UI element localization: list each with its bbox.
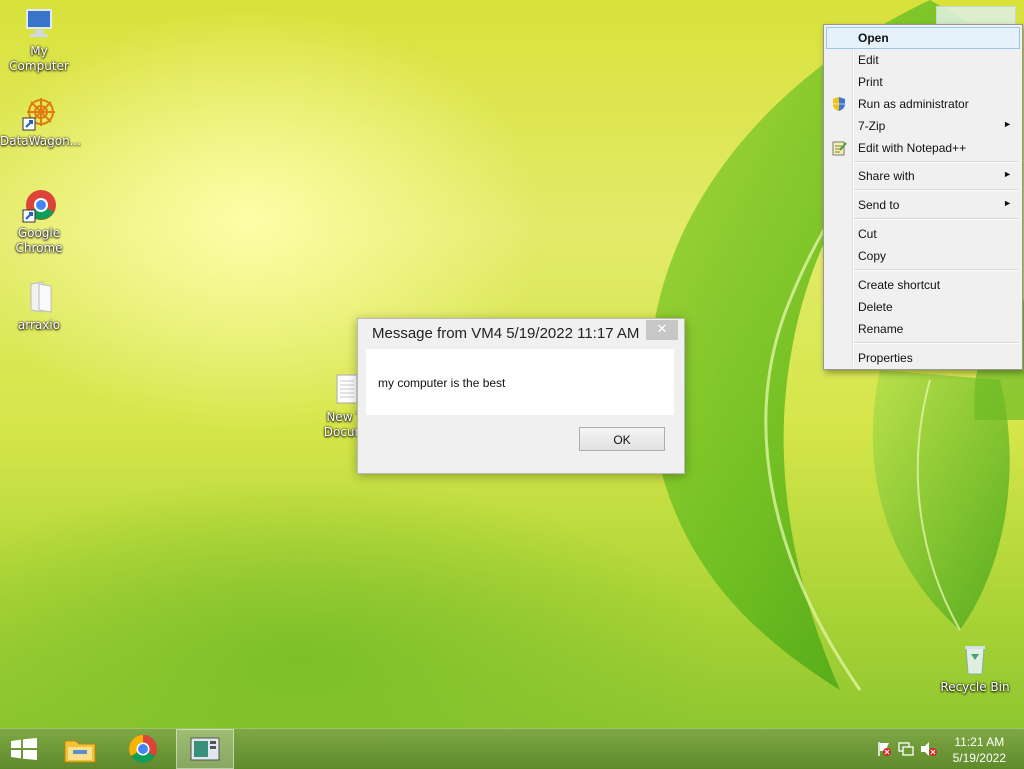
desktop-icon-label: Google Chrome [15, 226, 63, 255]
action-center-flag-icon[interactable] [876, 741, 892, 760]
menu-item-label: Delete [858, 300, 893, 314]
menu-item-label: Edit with Notepad++ [858, 141, 967, 155]
desktop-icon-label: Recycle Bin [940, 680, 1010, 694]
notepadpp-icon [831, 140, 847, 156]
menu-item-rename[interactable]: Rename [826, 318, 1020, 340]
datawagon-icon [21, 96, 57, 132]
clock-time: 11:21 AM [954, 735, 1005, 749]
menu-item-7zip[interactable]: 7-Zip ► [826, 115, 1020, 137]
menu-item-label: Share with [858, 169, 915, 183]
menu-item-label: Copy [858, 249, 887, 263]
remote-desktop-icon [190, 737, 220, 766]
desktop-icon-label: My Computer [9, 44, 69, 73]
menu-separator [854, 218, 1018, 220]
menu-item-print[interactable]: Print [826, 71, 1020, 93]
computer-icon [21, 6, 57, 42]
close-icon: ✕ [656, 322, 668, 337]
clock-date: 5/19/2022 [952, 751, 1006, 765]
start-button[interactable] [0, 729, 48, 769]
message-dialog: Message from VM4 5/19/2022 11:17 AM ✕ my… [357, 318, 685, 474]
submenu-arrow-icon: ► [1003, 198, 1012, 208]
dialog-title: Message from VM4 5/19/2022 11:17 AM [372, 325, 640, 342]
menu-item-copy[interactable]: Copy [826, 245, 1020, 267]
menu-item-delete[interactable]: Delete [826, 296, 1020, 318]
uac-shield-icon [831, 96, 847, 112]
taskbar: 11:21 AM 5/19/2022 [0, 728, 1024, 769]
taskbar-clock[interactable]: 11:21 AM 5/19/2022 [953, 734, 1006, 766]
menu-item-cut[interactable]: Cut [826, 223, 1020, 245]
dialog-titlebar[interactable]: Message from VM4 5/19/2022 11:17 AM ✕ [358, 319, 684, 347]
menu-item-label: Send to [858, 198, 900, 212]
menu-separator [854, 161, 1018, 163]
network-icon[interactable] [898, 741, 914, 760]
windows-start-icon [11, 738, 37, 763]
menu-item-label: 7-Zip [858, 119, 886, 133]
menu-item-label: Edit [858, 53, 879, 67]
menu-item-label: Create shortcut [858, 278, 941, 292]
submenu-arrow-icon: ► [1003, 119, 1012, 129]
context-menu: Open Edit Print Run as administrator 7-Z… [823, 24, 1023, 370]
menu-item-properties[interactable]: Properties [826, 347, 1020, 369]
desktop-icon-my-computer[interactable]: My Computer [0, 6, 78, 74]
dialog-message: my computer is the best [378, 376, 506, 390]
menu-item-edit-with-notepadpp[interactable]: Edit with Notepad++ [826, 137, 1020, 159]
menu-separator [854, 189, 1018, 191]
menu-separator [854, 269, 1018, 271]
menu-item-create-shortcut[interactable]: Create shortcut [826, 274, 1020, 296]
menu-item-label: Properties [858, 351, 913, 365]
menu-item-label: Open [858, 31, 889, 45]
volume-muted-icon[interactable] [920, 741, 938, 760]
system-tray [870, 729, 940, 769]
menu-item-open[interactable]: Open [826, 27, 1020, 49]
file-explorer-icon [64, 735, 96, 766]
recycle-bin-icon [957, 642, 993, 678]
menu-separator [854, 342, 1018, 344]
desktop-icon-recycle-bin[interactable]: Recycle Bin [936, 642, 1014, 695]
desktop-icon-label: arraxio [17, 318, 61, 332]
menu-item-label: Run as administrator [858, 97, 969, 111]
menu-item-send-to[interactable]: Send to ► [826, 194, 1020, 216]
taskbar-remote-desktop[interactable] [176, 729, 234, 769]
taskbar-file-explorer[interactable] [52, 729, 108, 769]
dialog-body: my computer is the best [366, 349, 674, 415]
ok-button[interactable]: OK [579, 427, 665, 451]
taskbar-chrome[interactable] [116, 729, 172, 769]
menu-item-edit[interactable]: Edit [826, 49, 1020, 71]
menu-item-label: Cut [858, 227, 877, 241]
chrome-icon [128, 734, 158, 767]
menu-item-share-with[interactable]: Share with ► [826, 165, 1020, 187]
menu-item-label: Rename [858, 322, 904, 336]
desktop-icon-label: DataWagon... [0, 134, 82, 148]
folder-icon [21, 280, 57, 316]
desktop-icon-datawagon[interactable]: DataWagon... [0, 96, 82, 149]
submenu-arrow-icon: ► [1003, 169, 1012, 179]
menu-item-run-as-administrator[interactable]: Run as administrator [826, 93, 1020, 115]
close-button[interactable]: ✕ [646, 320, 678, 340]
menu-item-label: Print [858, 75, 883, 89]
desktop-icon-arraxio[interactable]: arraxio [0, 280, 78, 333]
desktop-icon-google-chrome[interactable]: Google Chrome [0, 188, 78, 256]
chrome-icon [21, 188, 57, 224]
